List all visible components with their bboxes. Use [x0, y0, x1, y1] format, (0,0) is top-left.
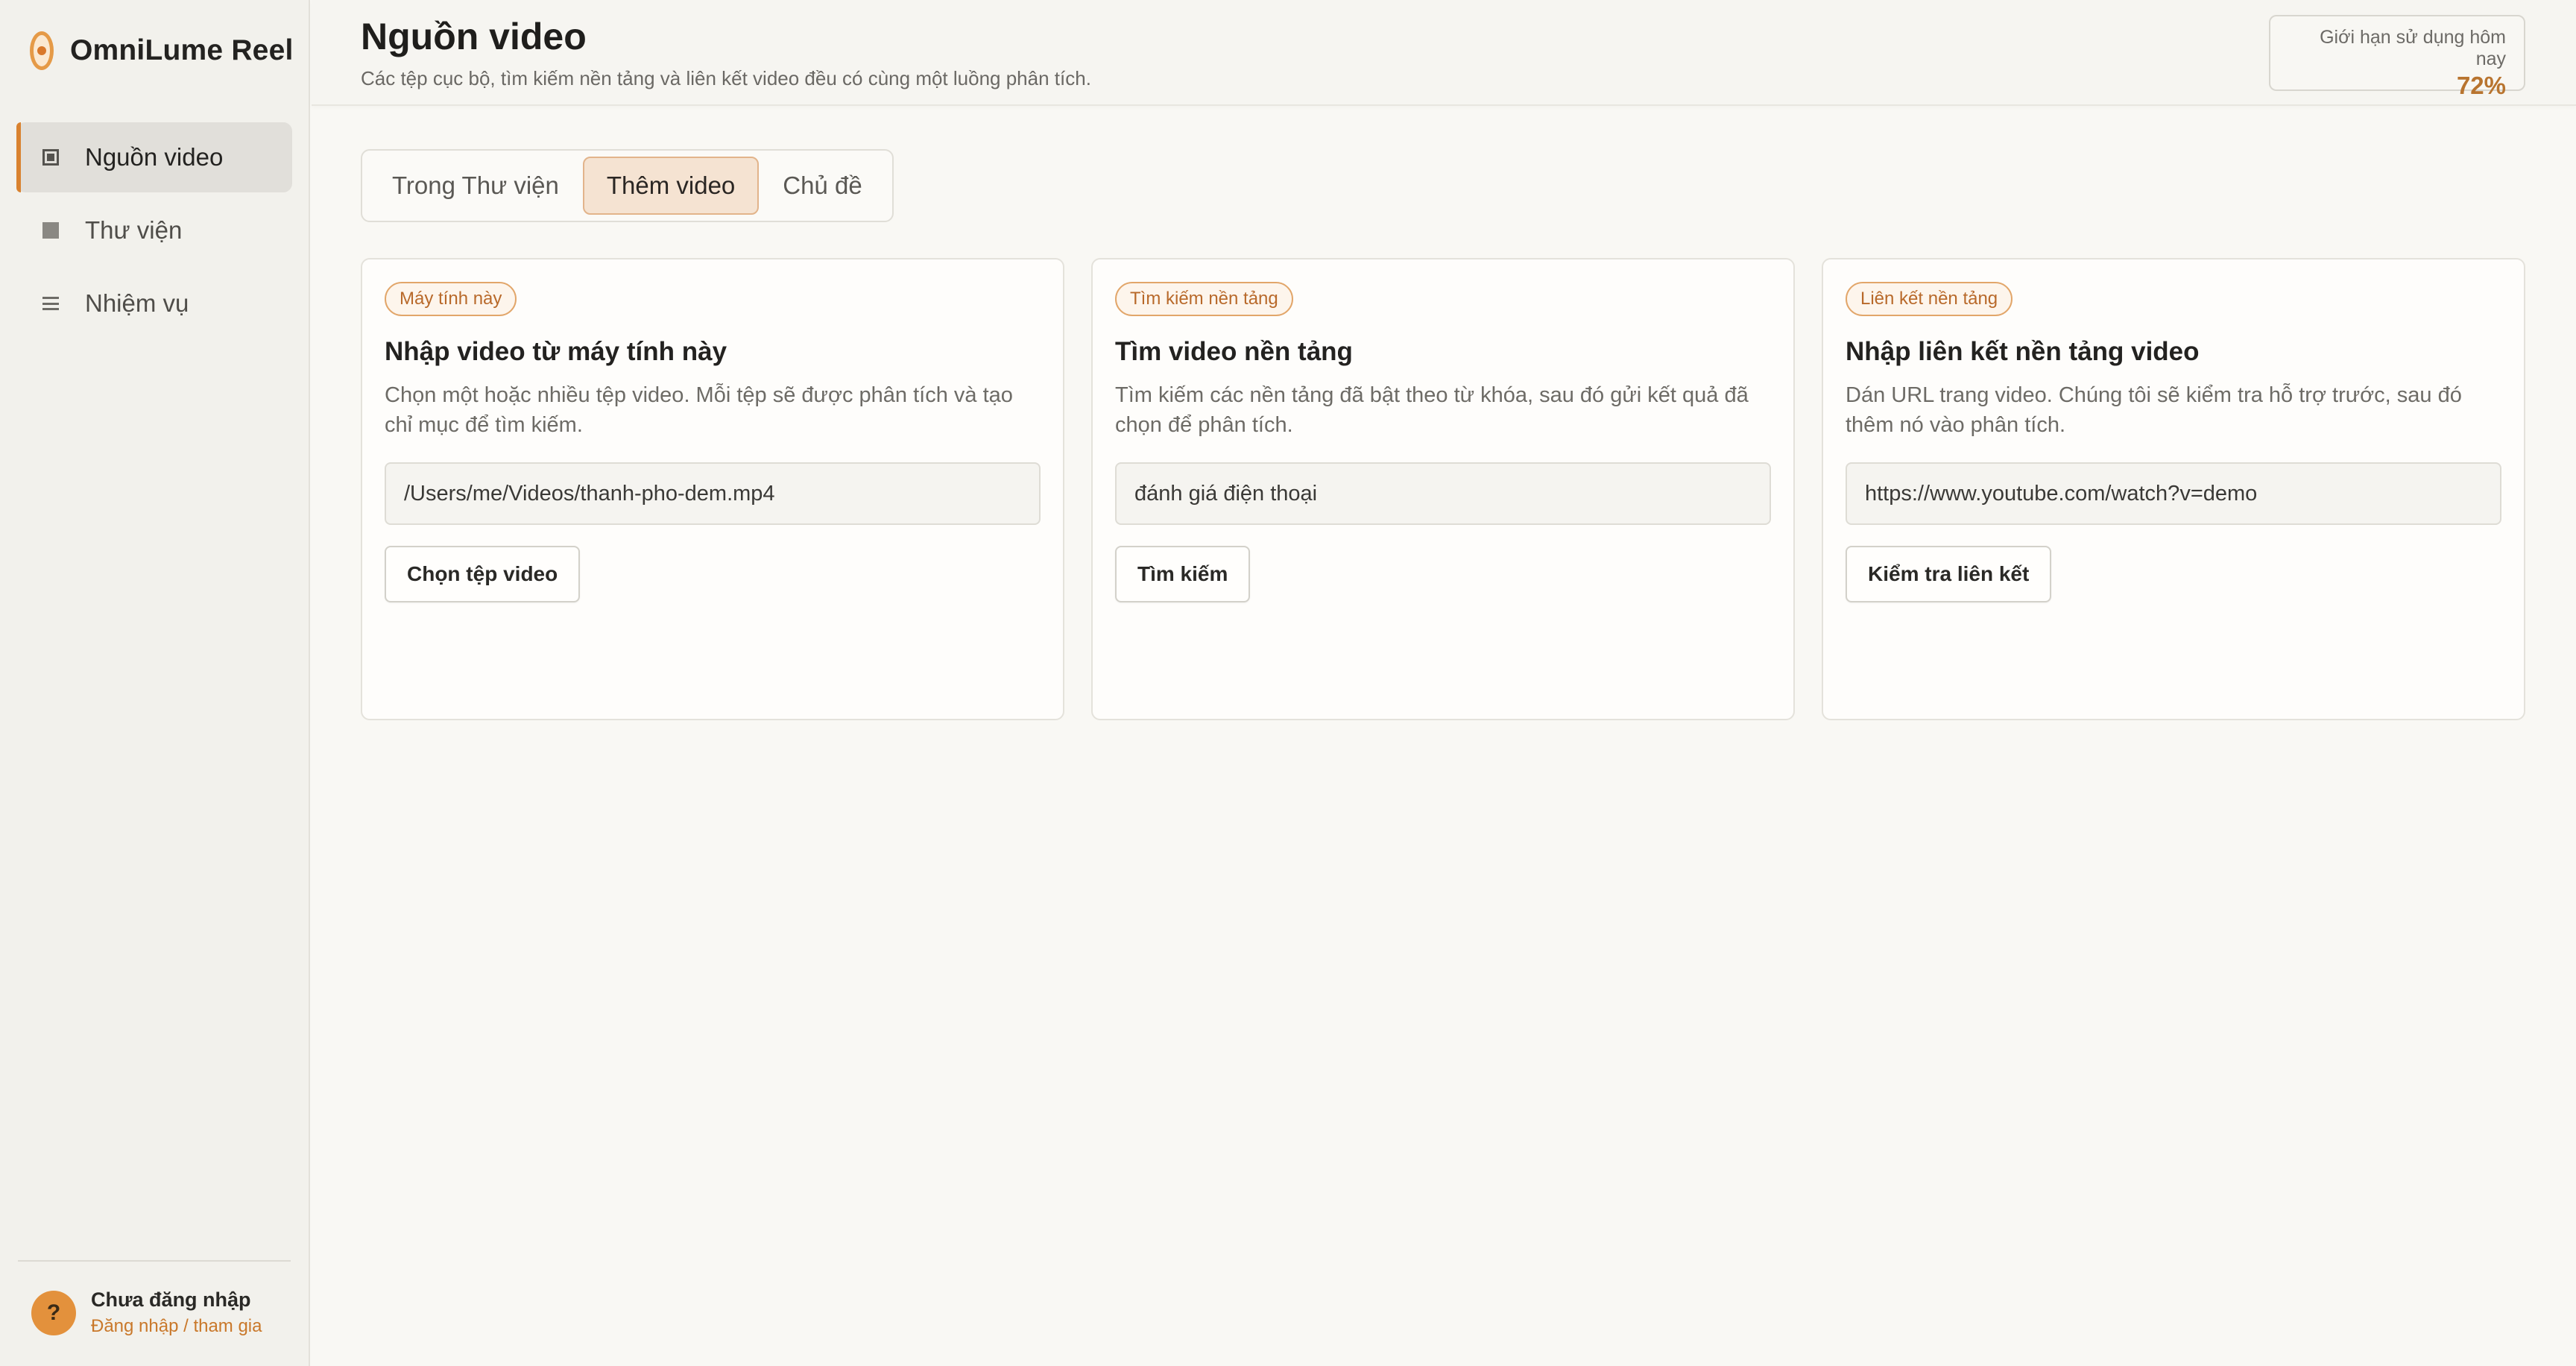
sidebar-item-label: Nguồn video — [85, 143, 224, 171]
url-input[interactable] — [1846, 462, 2501, 525]
card-local-import: Máy tính này Nhập video từ máy tính này … — [361, 258, 1064, 720]
app-name: OmniLume Reel — [70, 34, 294, 66]
file-path-input[interactable] — [385, 462, 1041, 525]
page-subtitle: Các tệp cục bộ, tìm kiếm nền tảng và liê… — [361, 67, 1091, 89]
page-header: Nguồn video Các tệp cục bộ, tìm kiếm nền… — [312, 0, 2576, 106]
card-platform-link: Liên kết nền tảng Nhập liên kết nền tảng… — [1822, 258, 2525, 720]
sidebar-item-label: Nhiệm vụ — [85, 289, 189, 317]
sidebar-item-tasks[interactable]: Nhiệm vụ — [16, 268, 292, 339]
tab-bar: Trong Thư viện Thêm video Chủ đề — [361, 149, 894, 222]
usage-value: 72% — [2456, 72, 2506, 99]
tasks-icon — [42, 297, 60, 310]
card-badge: Máy tính này — [385, 282, 517, 316]
sidebar-item-label: Thư viện — [85, 216, 183, 244]
card-description: Chọn một hoặc nhiều tệp video. Mỗi tệp s… — [385, 383, 1013, 437]
search-input[interactable] — [1115, 462, 1771, 525]
choose-file-button[interactable]: Chọn tệp video — [385, 546, 581, 602]
sidebar: OmniLume Reel Nguồn video Thư viện Nhiệm… — [0, 0, 310, 1366]
library-icon — [42, 222, 60, 239]
sidebar-item-library[interactable]: Thư viện — [16, 195, 292, 265]
app-window: OmniLume Reel Nguồn video Thư viện Nhiệm… — [0, 0, 2576, 1366]
tab-add-video[interactable]: Thêm video — [582, 157, 760, 215]
page-title: Nguồn video — [361, 16, 587, 57]
card-description: Tìm kiếm các nền tảng đã bật theo từ khó… — [1115, 383, 1749, 437]
account-status: Chưa đăng nhập — [91, 1288, 251, 1311]
card-badge: Tìm kiếm nền tảng — [1115, 282, 1293, 316]
sidebar-item-video-source[interactable]: Nguồn video — [16, 122, 292, 192]
tab-topics[interactable]: Chủ đề — [759, 157, 886, 215]
brand: OmniLume Reel — [30, 30, 294, 72]
check-link-button[interactable]: Kiểm tra liên kết — [1846, 546, 2052, 602]
card-description: Dán URL trang video. Chúng tôi sẽ kiểm t… — [1846, 383, 2462, 437]
logo-icon — [30, 31, 54, 70]
account-panel: ? Chưa đăng nhập Đăng nhập / tham gia — [18, 1260, 291, 1337]
avatar[interactable]: ? — [31, 1290, 76, 1335]
card-title: Nhập video từ máy tính này — [385, 337, 727, 366]
usage-limit-box: Giới hạn sử dụng hôm nay 72% — [2269, 15, 2525, 99]
tab-in-library[interactable]: Trong Thư viện — [368, 157, 583, 215]
usage-label: Giới hạn sử dụng hôm nay — [2320, 27, 2506, 69]
login-link[interactable]: Đăng nhập / tham gia — [91, 1316, 262, 1337]
source-icon — [42, 149, 60, 166]
search-button[interactable]: Tìm kiếm — [1115, 546, 1251, 602]
card-title: Nhập liên kết nền tảng video — [1846, 337, 2200, 366]
sidebar-nav: Nguồn video Thư viện Nhiệm vụ — [16, 122, 292, 342]
card-badge: Liên kết nền tảng — [1846, 282, 2013, 316]
card-platform-search: Tìm kiếm nền tảng Tìm video nền tảng Tìm… — [1091, 258, 1795, 720]
card-title: Tìm video nền tảng — [1115, 337, 1353, 366]
